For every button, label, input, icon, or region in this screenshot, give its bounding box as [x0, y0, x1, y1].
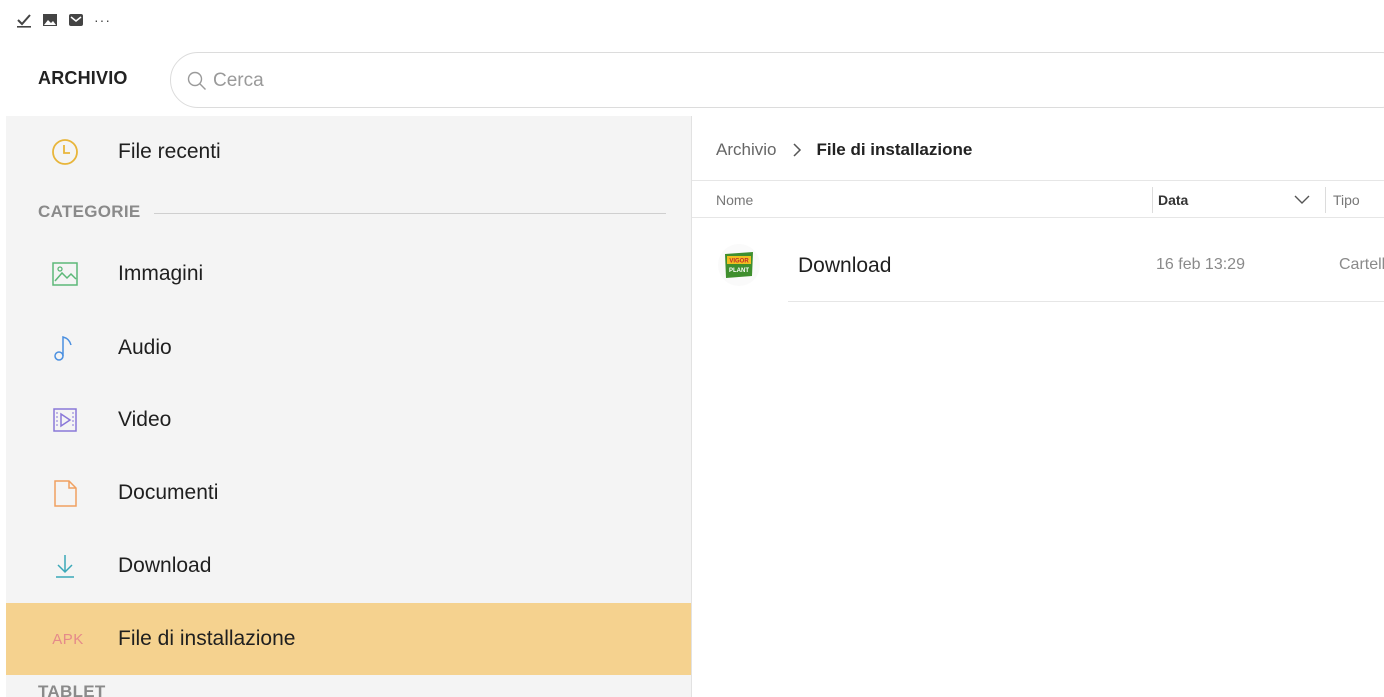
document-icon [50, 478, 80, 508]
music-note-icon [50, 333, 80, 363]
column-name[interactable]: Nome [716, 192, 753, 208]
sidebar-item-video[interactable]: Video [6, 384, 691, 456]
sidebar-item-label: Documenti [118, 481, 219, 504]
tablet-header: TABLET [38, 682, 106, 697]
column-divider [1325, 187, 1326, 213]
column-header-bar: Nome Data Tipo [692, 180, 1384, 218]
folder-thumbnail: VIGOR PLANT [718, 244, 760, 286]
sidebar-item-label: File recenti [118, 140, 221, 163]
breadcrumb: Archivio File di installazione [716, 140, 972, 160]
sidebar-item-label: Audio [118, 336, 172, 359]
category-divider [154, 213, 666, 214]
status-bar: ··· [0, 0, 1384, 44]
sidebar-item-label: File di installazione [118, 627, 296, 650]
sidebar-item-label: Video [118, 408, 172, 431]
sidebar-item-recent-files[interactable]: File recenti [6, 116, 691, 188]
sidebar-item-installation-files[interactable]: APK File di installazione [6, 603, 691, 675]
vigor-plant-logo-icon: VIGOR PLANT [725, 252, 753, 278]
sidebar-item-images[interactable]: Immagini [6, 238, 691, 310]
app-header: ARCHIVIO Cerca [0, 44, 1384, 116]
column-type[interactable]: Tipo [1333, 192, 1360, 208]
search-icon [187, 71, 206, 90]
chevron-right-icon [793, 143, 802, 157]
sidebar-item-audio[interactable]: Audio [6, 312, 691, 384]
video-icon [50, 405, 80, 435]
svg-text:VIGOR: VIGOR [729, 259, 749, 265]
app-title: ARCHIVIO [38, 68, 128, 88]
image-icon [50, 259, 80, 289]
clock-icon [50, 137, 80, 167]
more-notifications-icon: ··· [94, 12, 111, 28]
breadcrumb-root[interactable]: Archivio [716, 140, 776, 160]
breadcrumb-current: File di installazione [816, 140, 973, 159]
file-list-panel: Archivio File di installazione Nome Data… [692, 116, 1384, 697]
chevron-down-icon[interactable] [1294, 195, 1310, 205]
download-done-icon [17, 14, 31, 28]
file-name: Download [798, 254, 892, 277]
file-type: Cartella [1339, 256, 1384, 273]
sidebar: File recenti CATEGORIE Immagini Audio Vi… [6, 116, 692, 697]
sidebar-item-download[interactable]: Download [6, 530, 691, 602]
sidebar-item-label: Download [118, 554, 212, 577]
file-date: 16 feb 13:29 [1156, 256, 1245, 273]
sidebar-item-documents[interactable]: Documenti [6, 457, 691, 529]
column-date[interactable]: Data [1158, 192, 1188, 208]
search-placeholder: Cerca [213, 70, 264, 91]
category-header: CATEGORIE [38, 202, 141, 221]
apk-icon: APK [52, 630, 84, 648]
file-row[interactable]: VIGOR PLANT Download 16 feb 13:29 Cartel… [692, 232, 1384, 302]
row-divider [788, 301, 1384, 302]
download-icon [50, 551, 80, 581]
sidebar-item-label: Immagini [118, 262, 204, 285]
svg-text:PLANT: PLANT [729, 268, 749, 274]
column-divider [1152, 187, 1153, 213]
image-icon [43, 14, 57, 26]
mail-icon [69, 14, 83, 26]
search-input[interactable]: Cerca [170, 52, 1384, 108]
status-icons: ··· [16, 12, 111, 28]
